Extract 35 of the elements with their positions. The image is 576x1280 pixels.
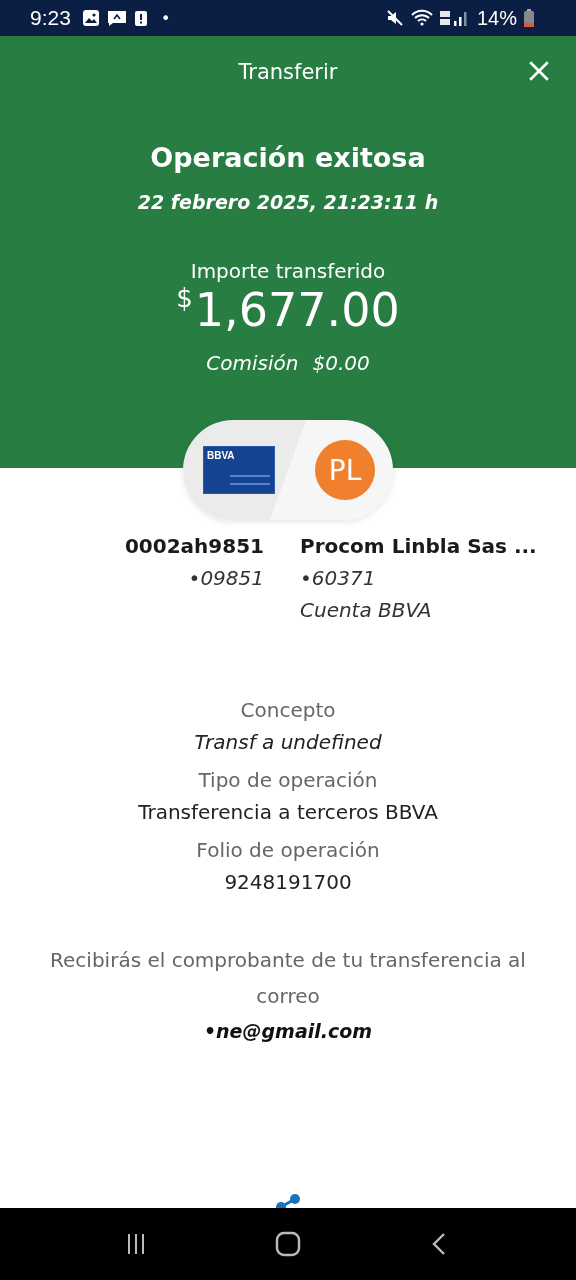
origin-account-number: •09851 bbox=[188, 566, 264, 590]
battery-level: 14% bbox=[476, 6, 517, 30]
transferred-amount: $^{$}$1,677.00 bbox=[176, 287, 400, 333]
battery-icon bbox=[524, 9, 534, 27]
destination-account-type: Cuenta BBVA bbox=[300, 598, 433, 622]
signal-icon bbox=[439, 9, 470, 27]
detail-label: Tipo de operación bbox=[198, 768, 378, 792]
detail-value: Transf a undefined bbox=[194, 730, 382, 754]
image-icon bbox=[81, 9, 100, 27]
card-brand: BBVA bbox=[207, 450, 235, 461]
destination-account-number: •60371 bbox=[300, 566, 377, 590]
alert-icon bbox=[133, 9, 148, 27]
notification-dot: • bbox=[160, 8, 171, 28]
detail-value: 9248191700 bbox=[224, 870, 352, 894]
detail-label: Folio de operación bbox=[196, 838, 380, 862]
close-button[interactable] bbox=[528, 60, 550, 82]
message-icon bbox=[106, 9, 127, 27]
destination-name: Procom Linbla Sas ... bbox=[300, 534, 537, 558]
amount-label: Importe transferido bbox=[190, 259, 386, 283]
card-stripes-icon bbox=[230, 475, 270, 485]
origin-account-name: 0002ah9851 bbox=[124, 534, 264, 558]
operation-date: 22 febrero 2025, 21:23:11 h bbox=[137, 191, 439, 213]
receipt-message: Recibirás el comprobante de tu transferencia al correo bbox=[49, 947, 527, 1010]
mute-icon bbox=[385, 9, 404, 27]
initials-avatar: PL bbox=[315, 440, 375, 500]
detail-label: Concepto bbox=[240, 698, 336, 722]
wifi-icon bbox=[410, 9, 433, 27]
detail-value: Transferencia a terceros BBVA bbox=[138, 800, 438, 824]
commission-label: Comisión bbox=[206, 351, 299, 375]
clock-time: 9:23 bbox=[30, 6, 71, 30]
commission-amount: $0.00 bbox=[312, 351, 370, 375]
receipt-email: •ne@gmail.com bbox=[203, 1020, 373, 1042]
success-title: Operación exitosa bbox=[150, 142, 426, 173]
screen-title: Transferir bbox=[238, 60, 338, 84]
home-icon[interactable] bbox=[275, 1231, 301, 1257]
